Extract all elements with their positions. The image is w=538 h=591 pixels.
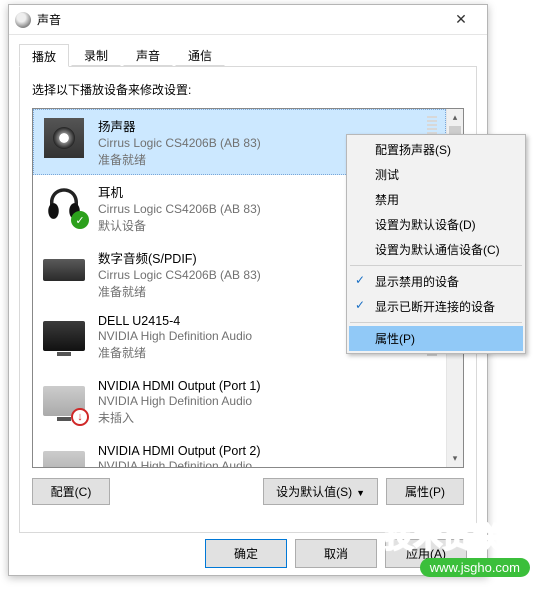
headphones-icon: ✓	[42, 182, 86, 226]
monitor-icon	[42, 444, 86, 467]
menu-configure-speakers[interactable]: 配置扬声器(S)	[349, 137, 523, 162]
app-icon	[15, 12, 31, 28]
panel-buttons: 配置(C) 设为默认值(S)▼ 属性(P)	[32, 478, 464, 505]
unplugged-badge-icon: ↓	[71, 408, 89, 426]
device-name: NVIDIA HDMI Output (Port 1)	[98, 379, 437, 393]
window-title: 声音	[37, 11, 441, 28]
apply-button[interactable]: 应用(A)	[385, 539, 467, 568]
menu-disable[interactable]: 禁用	[349, 187, 523, 212]
menu-set-default-comm[interactable]: 设置为默认通信设备(C)	[349, 237, 523, 262]
properties-button[interactable]: 属性(P)	[386, 478, 464, 505]
menu-properties[interactable]: 属性(P)	[349, 326, 523, 351]
menu-separator	[350, 322, 522, 323]
monitor-icon	[42, 314, 86, 358]
set-default-button[interactable]: 设为默认值(S)▼	[263, 478, 378, 505]
menu-show-disconnected[interactable]: ✓ 显示已断开连接的设备	[349, 294, 523, 319]
menu-set-default[interactable]: 设置为默认设备(D)	[349, 212, 523, 237]
device-name: NVIDIA HDMI Output (Port 2)	[98, 444, 437, 458]
check-icon: ✓	[355, 298, 365, 312]
tab-playback[interactable]: 播放	[19, 44, 69, 67]
titlebar[interactable]: 声音 ✕	[9, 5, 487, 35]
monitor-icon: ↓	[42, 379, 86, 423]
device-status: 未插入	[98, 409, 437, 426]
menu-show-disabled[interactable]: ✓ 显示禁用的设备	[349, 269, 523, 294]
device-row-hdmi1[interactable]: ↓ NVIDIA HDMI Output (Port 1) NVIDIA Hig…	[33, 372, 446, 437]
default-badge-icon: ✓	[71, 211, 89, 229]
tab-recording[interactable]: 录制	[71, 43, 121, 66]
spdif-icon	[42, 248, 86, 292]
device-sub: NVIDIA High Definition Audio	[98, 394, 437, 408]
device-sub: NVIDIA High Definition Audio	[98, 459, 437, 467]
context-menu[interactable]: 配置扬声器(S) 测试 禁用 设置为默认设备(D) 设置为默认通信设备(C) ✓…	[346, 134, 526, 354]
hint-text: 选择以下播放设备来修改设置:	[32, 81, 464, 98]
close-button[interactable]: ✕	[441, 8, 481, 32]
chevron-down-icon: ▼	[356, 488, 365, 498]
tab-communications[interactable]: 通信	[175, 43, 225, 66]
dialog-buttons: 确定 取消 应用(A)	[19, 533, 477, 568]
menu-separator	[350, 265, 522, 266]
tab-sounds[interactable]: 声音	[123, 43, 173, 66]
device-row-hdmi2[interactable]: NVIDIA HDMI Output (Port 2) NVIDIA High …	[33, 437, 446, 467]
ok-button[interactable]: 确定	[205, 539, 287, 568]
menu-test[interactable]: 测试	[349, 162, 523, 187]
cancel-button[interactable]: 取消	[295, 539, 377, 568]
scroll-down-icon[interactable]: ▾	[447, 450, 463, 467]
configure-button[interactable]: 配置(C)	[32, 478, 110, 505]
scroll-up-icon[interactable]: ▴	[447, 109, 463, 126]
device-name: 扬声器	[98, 116, 419, 135]
tab-strip: 播放 录制 声音 通信	[19, 43, 477, 67]
speaker-icon	[42, 116, 86, 160]
check-icon: ✓	[355, 273, 365, 287]
